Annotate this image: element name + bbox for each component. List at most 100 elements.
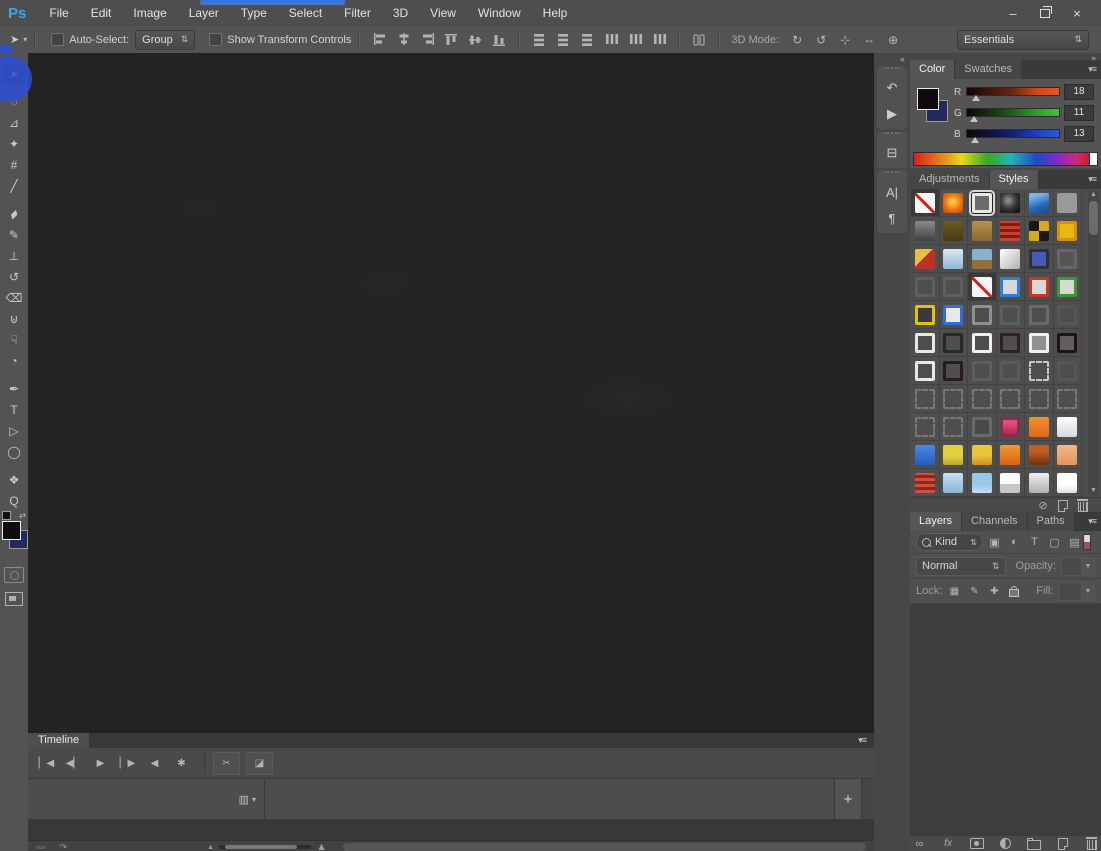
panel-grip[interactable] <box>884 132 900 138</box>
collapse-dock-button[interactable]: « <box>874 53 910 64</box>
properties-panel-button[interactable]: ⊟ <box>877 140 907 166</box>
filter-pixel-layers-button[interactable]: ▣ <box>986 534 1003 550</box>
channel-b-slider[interactable] <box>966 129 1060 138</box>
style-swatch[interactable] <box>1025 385 1054 413</box>
timeline-scrollbar[interactable] <box>342 843 866 851</box>
filter-shape-layers-button[interactable]: ▢ <box>1046 534 1063 550</box>
show-transform-checkbox[interactable] <box>209 33 223 46</box>
opacity-field[interactable]: ▼ <box>1060 556 1095 576</box>
style-swatch[interactable] <box>1053 301 1082 329</box>
menu-help[interactable]: Help <box>532 0 579 26</box>
style-swatch[interactable] <box>911 329 940 357</box>
style-swatch[interactable] <box>939 469 968 497</box>
chevron-down-icon[interactable]: ▼ <box>1082 581 1095 601</box>
default-colors-icon[interactable] <box>2 511 11 520</box>
distribute-left-edges-button[interactable] <box>600 30 622 50</box>
blend-mode-dropdown[interactable]: Normal ⇅ <box>916 556 1006 576</box>
fill-value[interactable] <box>1058 581 1082 601</box>
scroll-up-icon[interactable]: ▲ <box>1088 190 1099 200</box>
style-swatch[interactable] <box>996 357 1025 385</box>
previous-frame-button[interactable]: ◀▏ <box>61 753 86 774</box>
channel-b-value-input[interactable]: 13 <box>1064 126 1094 142</box>
tool-path-selection[interactable]: ▷ <box>2 420 26 441</box>
new-style-button[interactable] <box>1053 499 1073 512</box>
add-layer-mask-button[interactable] <box>967 837 986 850</box>
style-swatch[interactable] <box>1053 469 1082 497</box>
style-swatch[interactable] <box>996 413 1025 441</box>
tool-type[interactable]: T <box>2 399 26 420</box>
style-swatch[interactable] <box>1053 441 1082 469</box>
filter-adjustment-layers-button[interactable]: ◐ <box>1006 534 1023 550</box>
distribute-horizontal-centers-button[interactable] <box>624 30 646 50</box>
style-swatch[interactable] <box>1053 273 1082 301</box>
character-panel-button[interactable]: A| <box>877 179 907 205</box>
style-swatch[interactable] <box>968 273 997 301</box>
tab-color[interactable]: Color <box>910 60 956 79</box>
distribute-top-edges-button[interactable] <box>528 30 550 50</box>
convert-to-frame-animation-button[interactable]: ▫▫▫ <box>36 842 46 851</box>
new-adjustment-layer-button[interactable] <box>996 837 1015 850</box>
style-swatch[interactable] <box>996 189 1025 217</box>
style-swatch[interactable] <box>911 245 940 273</box>
layer-effects-button[interactable]: fx <box>939 837 958 850</box>
style-swatch[interactable] <box>1025 301 1054 329</box>
style-swatch[interactable] <box>1025 217 1054 245</box>
delete-layer-button[interactable] <box>1082 837 1101 850</box>
style-swatch[interactable] <box>911 301 940 329</box>
menu-type[interactable]: Type <box>230 0 278 26</box>
styles-scrollbar[interactable]: ▲ ▼ <box>1088 190 1099 496</box>
align-vertical-centers-button[interactable] <box>464 30 486 50</box>
style-swatch[interactable] <box>939 413 968 441</box>
minimize-button[interactable]: – <box>999 4 1027 22</box>
add-media-button[interactable]: + <box>834 779 861 819</box>
tab-paths[interactable]: Paths <box>1027 512 1075 531</box>
align-horizontal-centers-button[interactable] <box>392 30 414 50</box>
menu-view[interactable]: View <box>419 0 467 26</box>
scrollbar-thumb[interactable] <box>1089 201 1098 235</box>
filter-type-layers-button[interactable]: T <box>1026 534 1043 550</box>
style-swatch[interactable] <box>968 441 997 469</box>
mute-audio-button[interactable]: ◀ <box>142 753 167 774</box>
style-swatch[interactable] <box>939 189 968 217</box>
clear-style-button[interactable]: ⊘ <box>1033 499 1053 512</box>
auto-select-target-dropdown[interactable]: Group ⇅ <box>135 29 196 50</box>
style-swatch[interactable] <box>911 385 940 413</box>
style-swatch[interactable] <box>996 245 1025 273</box>
tool-magic-wand[interactable]: ✦ <box>2 133 26 154</box>
channel-r-slider[interactable] <box>966 87 1060 96</box>
tool-spot-healing-brush[interactable]: ▰ <box>2 203 26 224</box>
channel-g-value-input[interactable]: 11 <box>1064 105 1094 121</box>
panel-grip[interactable] <box>884 171 900 177</box>
3d-rotate-button[interactable]: ↻ <box>786 30 808 50</box>
tool-clone-stamp[interactable]: ⊥ <box>2 245 26 266</box>
style-swatch[interactable] <box>911 413 940 441</box>
tool-paint-bucket[interactable]: ⊍ <box>2 308 26 329</box>
style-swatch[interactable] <box>968 217 997 245</box>
style-swatch[interactable] <box>968 245 997 273</box>
style-swatch[interactable] <box>996 441 1025 469</box>
filter-smart-objects-button[interactable]: ▤ <box>1066 534 1083 550</box>
style-swatch[interactable] <box>911 469 940 497</box>
channel-b-slider-thumb[interactable] <box>971 137 979 143</box>
panel-menu-icon[interactable]: ▾≡ <box>1083 512 1101 531</box>
align-left-edges-button[interactable] <box>368 30 390 50</box>
lock-position-button[interactable]: ✚ <box>986 583 1002 599</box>
style-swatch[interactable] <box>911 273 940 301</box>
menu-window[interactable]: Window <box>467 0 532 26</box>
tool-polygonal-lasso[interactable]: ⊿ <box>2 112 26 133</box>
style-swatch[interactable] <box>939 329 968 357</box>
swap-colors-icon[interactable]: ⇄ <box>19 511 26 520</box>
menu-3d[interactable]: 3D <box>382 0 419 26</box>
style-swatch[interactable] <box>1053 385 1082 413</box>
tool-crop[interactable]: # <box>2 154 26 175</box>
canvas-area[interactable] <box>28 53 874 733</box>
new-layer-button[interactable] <box>1054 837 1073 850</box>
zoom-slider-thumb[interactable] <box>225 845 298 849</box>
lock-image-pixels-button[interactable]: ✎ <box>966 583 982 599</box>
next-frame-button[interactable]: ▏▶ <box>115 753 140 774</box>
zoom-out-mountain-icon[interactable]: ▲ <box>207 844 214 851</box>
menu-file[interactable]: File <box>38 0 79 26</box>
actions-panel-button[interactable]: ▶ <box>877 101 907 127</box>
lock-transparent-pixels-button[interactable]: ▦ <box>946 583 962 599</box>
close-button[interactable]: × <box>1063 4 1091 22</box>
